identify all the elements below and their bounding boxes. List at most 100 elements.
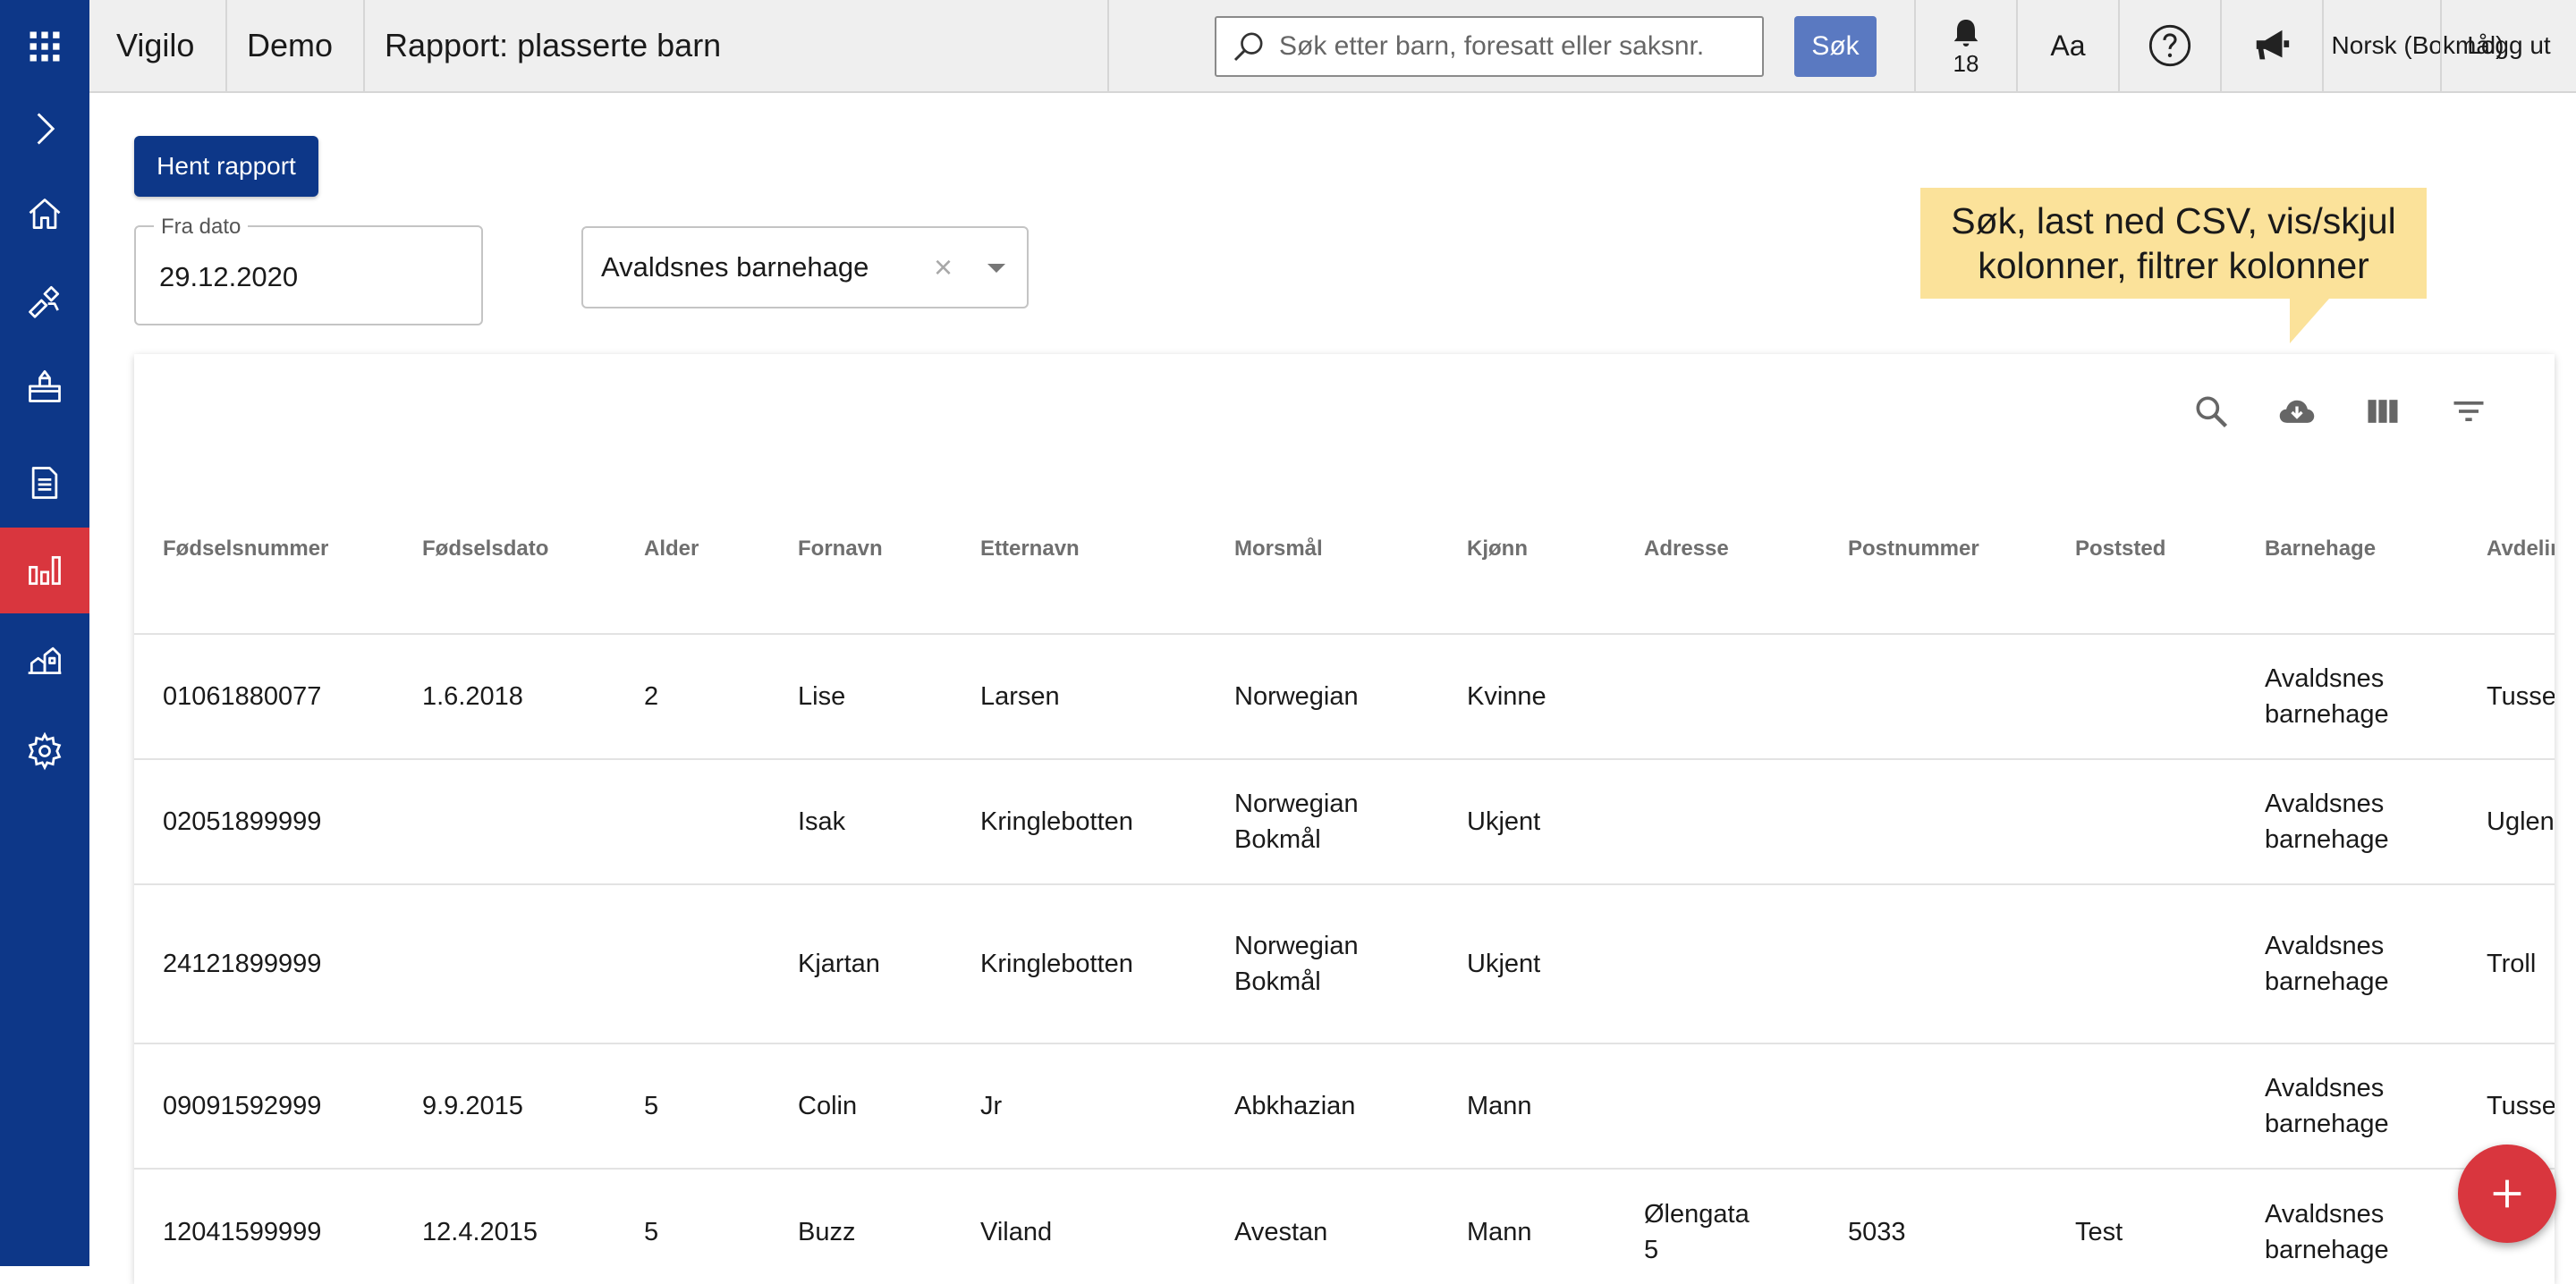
cell-gender: Mann — [1467, 1218, 1532, 1246]
toys-icon[interactable] — [0, 258, 89, 343]
column-header[interactable]: Poststed — [2075, 536, 2165, 562]
column-header[interactable]: Fødselsdato — [422, 536, 548, 562]
settings-icon[interactable] — [0, 708, 89, 794]
cell-department: Tusse — [2487, 682, 2555, 711]
table-row[interactable]: 09091592999 9.9.2015 5 Colin Jr Abkhazia… — [134, 1044, 2555, 1170]
expand-chevron-icon[interactable] — [0, 86, 89, 172]
kindergarten-select-value: Avaldsnes barnehage — [601, 251, 869, 283]
divider — [1107, 0, 1109, 91]
cell-address: Ølengata 5 — [1644, 1200, 1750, 1264]
top-bar: Vigilo Demo Rapport: plasserte barn Søk … — [89, 0, 2576, 93]
help-icon — [2148, 24, 2191, 67]
tooltip-line: kolonner, filtrer kolonner — [1978, 245, 2369, 286]
cell-department: Uglen — [2487, 807, 2555, 836]
column-header[interactable]: Postnummer — [1848, 536, 1979, 562]
apps-icon[interactable] — [0, 4, 89, 89]
column-header[interactable]: Fødselsnummer — [163, 536, 328, 562]
column-header[interactable]: Avdeling — [2487, 536, 2555, 562]
column-header[interactable]: Adresse — [1644, 536, 1729, 562]
font-size-button[interactable]: Aa — [2018, 0, 2118, 91]
tenant-name[interactable]: Demo — [247, 0, 333, 91]
bell-icon — [1953, 20, 1979, 46]
cell-first-name: Buzz — [798, 1218, 856, 1246]
cell-gender: Kvinne — [1467, 682, 1546, 711]
cell-kindergarten: Avaldsnes barnehage — [2265, 664, 2389, 729]
filter-icon[interactable] — [2444, 386, 2494, 436]
cell-first-name: Colin — [798, 1092, 858, 1120]
cloud-download-icon[interactable] — [2272, 386, 2322, 436]
column-header[interactable]: Barnehage — [2265, 536, 2376, 562]
column-header[interactable]: Morsmål — [1234, 536, 1323, 562]
column-header[interactable]: Etternavn — [980, 536, 1080, 562]
search-icon[interactable] — [2186, 386, 2236, 436]
report-table-card: Fødselsnummer Fødselsdato Alder Fornavn … — [134, 354, 2555, 1284]
cell-age: 5 — [644, 1218, 659, 1246]
cell-first-name: Isak — [798, 807, 846, 836]
search-field[interactable] — [1215, 16, 1764, 77]
cell-dob: 1.6.2018 — [422, 682, 523, 711]
cell-kindergarten: Avaldsnes barnehage — [2265, 1200, 2389, 1264]
cell-last-name: Viland — [980, 1218, 1053, 1246]
cell-first-name: Kjartan — [798, 950, 880, 978]
kindergarten-icon[interactable] — [0, 343, 89, 429]
cell-fnr: 12041599999 — [163, 1218, 322, 1246]
search-button[interactable]: Søk — [1794, 16, 1877, 77]
kindergarten-select[interactable]: Avaldsnes barnehage × — [581, 226, 1029, 308]
cell-kindergarten: Avaldsnes barnehage — [2265, 1074, 2389, 1138]
table-row[interactable]: 01061880077 1.6.2018 2 Lise Larsen Norwe… — [134, 635, 2555, 760]
table-row[interactable]: 24121899999 Kjartan Kringlebotten Norweg… — [134, 885, 2555, 1044]
divider — [363, 0, 365, 91]
table-row[interactable]: 12041599999 12.4.2015 5 Buzz Viland Aves… — [134, 1170, 2555, 1284]
cell-gender: Mann — [1467, 1092, 1532, 1120]
reports-icon[interactable] — [0, 528, 89, 613]
fetch-report-button[interactable]: Hent rapport — [134, 136, 318, 197]
table-row[interactable]: 02051899999 Isak Kringlebotten Norwegian… — [134, 760, 2555, 885]
help-tooltip: Søk, last ned CSV, vis/skjul kolonner, f… — [1920, 188, 2427, 299]
cell-kindergarten: Avaldsnes barnehage — [2265, 790, 2389, 854]
cell-gender: Ukjent — [1467, 950, 1541, 978]
tooltip-line: Søk, last ned CSV, vis/skjul — [1951, 200, 2396, 241]
help-button[interactable] — [2120, 0, 2220, 91]
from-date-field[interactable]: Fra dato 29.12.2020 — [134, 215, 483, 325]
divider — [225, 0, 227, 91]
cell-department: Tusse — [2487, 1092, 2555, 1120]
cell-last-name: Jr — [980, 1092, 1003, 1120]
app-name[interactable]: Vigilo — [116, 0, 194, 91]
from-date-value[interactable]: 29.12.2020 — [159, 261, 298, 293]
cell-gender: Ukjent — [1467, 807, 1541, 836]
clear-icon[interactable]: × — [934, 251, 953, 283]
notifications-button[interactable]: 18 — [1916, 0, 2016, 91]
from-date-label: Fra dato — [154, 215, 249, 240]
cell-city: Test — [2075, 1218, 2123, 1246]
cell-mother-tongue: Abkhazian — [1234, 1092, 1356, 1120]
cell-kindergarten: Avaldsnes barnehage — [2265, 932, 2389, 996]
cell-age: 5 — [644, 1092, 659, 1120]
cell-last-name: Larsen — [980, 682, 1060, 711]
column-header[interactable]: Kjønn — [1467, 536, 1528, 562]
logout-button[interactable]: Logg ut — [2442, 0, 2576, 91]
cell-last-name: Kringlebotten — [980, 950, 1133, 978]
buildings-icon[interactable] — [0, 617, 89, 703]
cell-fnr: 24121899999 — [163, 950, 322, 978]
column-header[interactable]: Fornavn — [798, 536, 883, 562]
search-input[interactable] — [1277, 30, 1746, 63]
cell-mother-tongue: Norwegian Bokmål — [1234, 932, 1359, 996]
cell-last-name: Kringlebotten — [980, 807, 1133, 836]
document-icon[interactable] — [0, 440, 89, 526]
cell-fnr: 01061880077 — [163, 682, 322, 711]
cell-fnr: 02051899999 — [163, 807, 322, 836]
megaphone-icon — [2256, 30, 2290, 60]
plus-icon — [2493, 1179, 2521, 1208]
cell-mother-tongue: Norwegian — [1234, 682, 1359, 711]
add-button[interactable] — [2458, 1145, 2556, 1243]
announcements-button[interactable] — [2222, 0, 2322, 91]
column-header[interactable]: Alder — [644, 536, 699, 562]
cell-dob: 12.4.2015 — [422, 1218, 538, 1246]
cell-first-name: Lise — [798, 682, 846, 711]
notification-count: 18 — [1953, 50, 1979, 77]
view-columns-icon[interactable] — [2358, 386, 2408, 436]
cell-department: Troll — [2487, 950, 2537, 978]
chevron-down-icon[interactable] — [987, 264, 1005, 273]
cell-zip: 5033 — [1848, 1218, 1906, 1246]
home-icon[interactable] — [0, 172, 89, 258]
